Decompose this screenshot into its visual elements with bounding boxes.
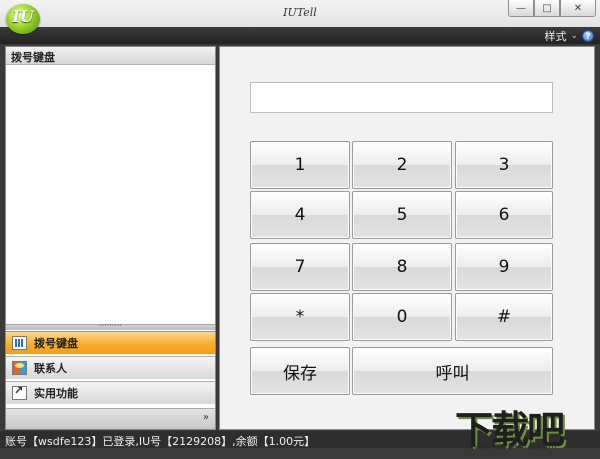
nav-item-label: 实用功能: [34, 387, 78, 400]
key-4[interactable]: 4: [250, 191, 350, 239]
chevron-down-icon[interactable]: ⌄: [570, 31, 578, 41]
app-logo-icon: IU: [6, 4, 40, 34]
left-panel: 拨号键盘 ········· 拨号键盘 联系人 实用功能 »: [5, 46, 216, 430]
keypad-icon: [12, 336, 27, 350]
key-6[interactable]: 6: [455, 191, 553, 239]
nav-item-label: 联系人: [34, 362, 67, 375]
key-9[interactable]: 9: [455, 243, 553, 291]
shortcut-arrow-icon: [12, 384, 27, 400]
window-controls: — □ ✕: [508, 0, 596, 17]
nav-item-contacts[interactable]: 联系人: [6, 356, 215, 379]
style-menu-label[interactable]: 样式: [544, 28, 566, 44]
nav-item-label: 拨号键盘: [34, 337, 78, 350]
maximize-button[interactable]: □: [534, 0, 560, 17]
key-7[interactable]: 7: [250, 243, 350, 291]
key-5[interactable]: 5: [352, 191, 452, 239]
style-menu[interactable]: 样式 ⌄ ?: [544, 28, 594, 44]
close-button[interactable]: ✕: [560, 0, 596, 17]
dialer-panel: 1 2 3 4 5 6 7 8 9 * 0 # 保存 呼叫: [219, 46, 595, 430]
key-2[interactable]: 2: [352, 141, 452, 189]
watermark-url: www.xiazaiba.com: [467, 442, 558, 451]
more-chevron-icon[interactable]: »: [203, 412, 209, 423]
panel-header: 拨号键盘: [6, 47, 215, 65]
help-icon[interactable]: ?: [582, 30, 594, 42]
nav-item-utilities[interactable]: 实用功能: [6, 381, 215, 404]
key-hash[interactable]: #: [455, 293, 553, 341]
app-logo-text: IU: [12, 7, 34, 26]
minimize-button[interactable]: —: [508, 0, 534, 17]
key-8[interactable]: 8: [352, 243, 452, 291]
key-0[interactable]: 0: [352, 293, 452, 341]
contacts-icon: [12, 361, 27, 375]
title-bar[interactable]: IUTell — □ ✕: [0, 0, 600, 27]
nav-item-keypad[interactable]: 拨号键盘: [6, 331, 215, 354]
key-1[interactable]: 1: [250, 141, 350, 189]
save-button[interactable]: 保存: [250, 347, 350, 395]
iutell-window: IUTell — □ ✕ IU 样式 ⌄ ? 拨号键盘 ········· 拨号…: [0, 0, 600, 459]
call-button[interactable]: 呼叫: [352, 347, 553, 395]
watermark: 下载吧 www.xiazaiba.com: [455, 399, 595, 457]
key-3[interactable]: 3: [455, 141, 553, 189]
key-star[interactable]: *: [250, 293, 350, 341]
nav-footer: »: [6, 408, 215, 429]
phone-number-input[interactable]: [250, 82, 553, 113]
style-bar: 样式 ⌄ ?: [0, 27, 600, 44]
panel-splitter[interactable]: ·········: [6, 322, 215, 330]
